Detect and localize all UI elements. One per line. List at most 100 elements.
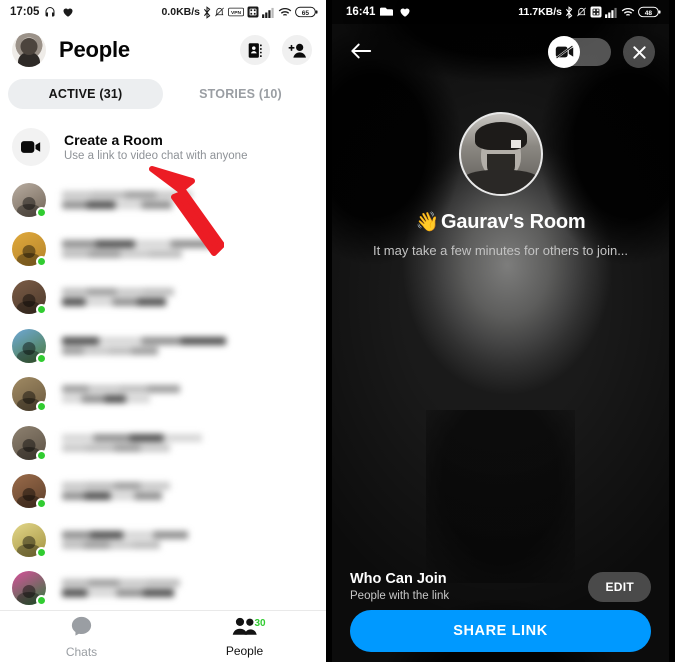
room-name-text: Gaurav's Room — [441, 210, 586, 233]
people-header: People — [0, 24, 326, 76]
contact-row[interactable] — [0, 419, 326, 468]
contact-row[interactable] — [0, 370, 326, 419]
avatar — [12, 231, 47, 267]
nav-chats[interactable]: Chats — [0, 611, 163, 662]
room-name: 👋 Gaurav's Room — [416, 210, 586, 234]
who-can-join-title: Who Can Join — [350, 571, 447, 587]
contacts-book-button[interactable] — [240, 35, 270, 65]
back-arrow-icon[interactable] — [350, 41, 372, 63]
wave-emoji-icon: 👋 — [415, 212, 440, 233]
avatar — [12, 474, 47, 510]
signal-bars-icon — [262, 7, 275, 18]
online-status-dot — [36, 498, 47, 510]
edit-button[interactable]: EDIT — [588, 571, 651, 602]
mute-bell-icon — [214, 6, 225, 18]
wifi-icon — [621, 7, 635, 18]
messenger-people-screen: 17:05 0.0KB/s VPN 65 People ACTIVE (31) … — [0, 0, 332, 662]
room-background-vignette — [332, 0, 669, 662]
tab-active[interactable]: ACTIVE (31) — [8, 79, 163, 109]
add-person-button[interactable] — [282, 35, 312, 65]
vpn-icon: VPN — [228, 7, 244, 17]
avatar — [12, 522, 47, 558]
sim-card-icon — [590, 6, 602, 18]
status-bar-right: 16:41 11.7KB/s 48 — [332, 0, 669, 24]
contact-row[interactable] — [0, 467, 326, 516]
online-status-dot — [36, 546, 47, 558]
network-speed: 0.0KB/s — [161, 6, 200, 18]
heart-icon — [398, 6, 411, 18]
who-can-join-subtitle: People with the link — [350, 590, 450, 602]
header-actions — [240, 35, 312, 65]
avatar — [12, 328, 47, 364]
contact-name-redacted — [62, 239, 212, 258]
avatar — [12, 280, 47, 316]
video-camera-icon — [12, 128, 50, 166]
people-badge: 30 — [254, 618, 266, 629]
battery-level-text-right: 48 — [645, 10, 653, 17]
contact-row[interactable] — [0, 176, 326, 225]
share-link-button[interactable]: SHARE LINK — [350, 610, 651, 652]
contact-name-redacted — [62, 579, 180, 598]
chat-bubble-icon — [70, 615, 93, 642]
online-status-dot — [36, 401, 47, 413]
contact-row[interactable] — [0, 516, 326, 565]
status-time-right: 16:41 — [346, 6, 376, 18]
room-host-avatar — [458, 112, 543, 196]
status-time: 17:05 — [10, 6, 40, 18]
who-can-join-section: Who Can Join People with the link EDIT — [332, 571, 669, 602]
battery-icon: 65 — [295, 6, 318, 18]
contact-name-redacted — [62, 482, 170, 501]
wifi-icon — [278, 7, 292, 18]
avatar — [12, 425, 47, 461]
nav-people[interactable]: 30 People — [163, 611, 326, 662]
tab-stories[interactable]: STORIES (10) — [163, 79, 318, 109]
headphone-icon — [44, 6, 56, 18]
contact-name-redacted — [62, 385, 180, 404]
create-room-subtitle: Use a link to video chat with anyone — [64, 150, 248, 162]
contact-row[interactable] — [0, 273, 326, 322]
heart-icon — [61, 6, 74, 18]
battery-icon: 48 — [638, 6, 661, 18]
profile-avatar[interactable] — [12, 33, 46, 67]
mute-bell-icon — [576, 6, 587, 18]
online-status-dot — [36, 449, 47, 461]
bluetooth-icon — [565, 5, 573, 19]
status-bar-left: 17:05 0.0KB/s VPN 65 — [0, 0, 326, 24]
online-status-dot — [36, 352, 47, 364]
svg-text:VPN: VPN — [231, 10, 242, 16]
nav-chats-label: Chats — [65, 644, 98, 659]
video-off-toggle[interactable] — [548, 36, 611, 68]
contact-name-redacted — [62, 336, 226, 355]
online-status-dot — [36, 304, 47, 316]
page-title: People — [59, 37, 130, 62]
avatar — [12, 183, 47, 219]
contact-row[interactable] — [0, 322, 326, 371]
active-contacts-list — [0, 176, 326, 661]
online-status-dot — [36, 595, 47, 607]
bottom-navigation: Chats 30 People — [0, 610, 326, 662]
signal-bars-icon — [605, 7, 618, 18]
avatar — [12, 571, 47, 607]
network-speed-right: 11.7KB/s — [518, 6, 562, 18]
room-note: It may take a few minutes for others to … — [372, 243, 629, 258]
video-off-icon — [548, 36, 580, 68]
nav-people-label: People — [225, 643, 264, 658]
battery-level-text: 65 — [302, 10, 310, 17]
contact-row[interactable] — [0, 225, 326, 274]
contact-name-redacted — [62, 191, 192, 210]
room-topbar — [332, 24, 669, 80]
create-a-room-row[interactable]: Create a Room Use a link to video chat w… — [0, 118, 326, 176]
contact-name-redacted — [62, 433, 202, 452]
people-tabs: ACTIVE (31) STORIES (10) — [0, 76, 326, 112]
room-hero: 👋 Gaurav's Room It may take a few minute… — [332, 112, 669, 258]
create-room-title: Create a Room — [64, 132, 163, 148]
close-icon[interactable] — [623, 36, 655, 68]
contact-row[interactable] — [0, 564, 326, 613]
contact-name-redacted — [62, 530, 188, 549]
online-status-dot — [36, 207, 47, 219]
avatar — [12, 377, 47, 413]
contact-name-redacted — [62, 288, 174, 307]
online-status-dot — [36, 255, 47, 267]
messenger-room-screen: 16:41 11.7KB/s 48 👋 Gaurav's Room It may… — [332, 0, 669, 662]
bluetooth-icon — [203, 5, 211, 19]
